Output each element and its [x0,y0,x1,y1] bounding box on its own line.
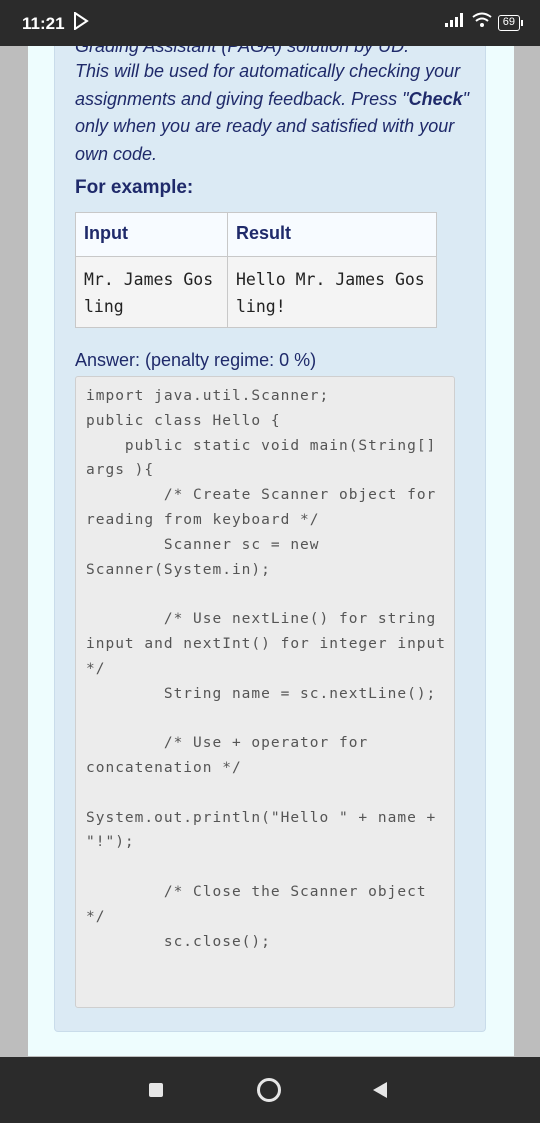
status-bar: 11:21 69 [0,0,540,46]
intro-text-start: This will be used for automatically chec… [75,61,461,109]
play-icon [73,11,89,35]
answer-label: Answer: (penalty regime: 0 %) [75,350,317,370]
input-cell: Mr. James Gosling [75,256,228,328]
question-card: Grading Assistant (PAGA) solution by UD.… [54,46,486,1032]
question-intro: This will be used for automatically chec… [75,58,475,168]
check-keyword: Check [408,88,463,109]
back-triangle-icon[interactable] [368,1077,394,1103]
signal-icon [444,12,466,33]
battery-icon: 69 [497,14,524,31]
column-header-result: Result [227,212,437,257]
wifi-icon [472,12,492,33]
square-icon[interactable] [142,1077,168,1103]
status-time: 11:21 [22,14,65,33]
page-content: Grading Assistant (PAGA) solution by UD.… [28,46,514,1056]
code-text[interactable]: import java.util.Scanner; public class H… [86,384,448,954]
result-cell: Hello Mr. James Gosling! [227,256,437,328]
example-heading: For example: [75,177,194,198]
answer-code-editor[interactable]: import java.util.Scanner; public class H… [75,376,455,1008]
circle-icon[interactable] [256,1077,282,1103]
status-indicators: 69 [444,12,524,33]
navigation-bar [0,1057,540,1123]
column-header-input: Input [75,212,228,257]
table-header-row: Input Result [75,212,437,257]
table-row: Mr. James Gosling Hello Mr. James Goslin… [75,256,437,328]
example-table: Input Result Mr. James Gosling Hello Mr.… [75,212,437,328]
cutoff-text: Grading Assistant (PAGA) solution by UD. [75,46,410,56]
